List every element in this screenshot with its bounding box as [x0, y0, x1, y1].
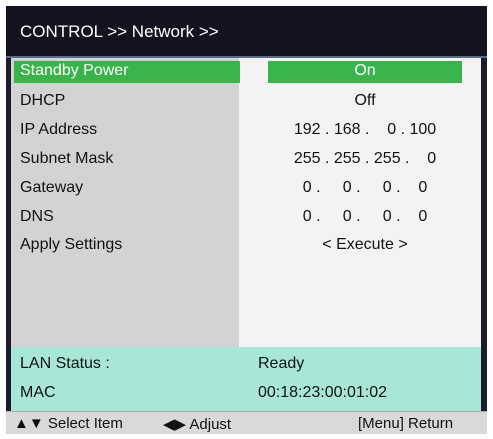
dns-value[interactable]: 0 . 0 . 0 . 0	[268, 208, 462, 226]
lan-status-label: LAN Status :	[20, 355, 110, 372]
row-ip-address[interactable]: IP Address	[20, 121, 97, 139]
row-dns[interactable]: DNS	[20, 208, 54, 226]
menu-return-hint: [Menu] Return	[358, 415, 454, 432]
ip-address-value[interactable]: 192 . 168 . 0 . 100	[268, 121, 462, 139]
menu-header: CONTROL >> Network >>	[6, 6, 487, 58]
row-standby-power[interactable]: Standby Power	[20, 62, 129, 80]
mac-label: MAC	[20, 384, 56, 401]
mac-value: 00:18:23:00:01:02	[258, 384, 388, 401]
execute-button[interactable]: < Execute >	[268, 236, 462, 254]
standby-power-value[interactable]: On	[268, 62, 462, 80]
row-apply-settings[interactable]: Apply Settings	[20, 236, 122, 254]
column-separator	[239, 58, 249, 347]
help-bar: ▲▼ Select Item ◀▶ Adjust [Menu] Return	[6, 411, 487, 434]
row-gateway[interactable]: Gateway	[20, 179, 83, 197]
breadcrumb: CONTROL >> Network >>	[20, 22, 219, 41]
dhcp-value[interactable]: Off	[268, 92, 462, 110]
adjust-hint: ◀▶ Adjust	[163, 416, 232, 433]
row-dhcp[interactable]: DHCP	[20, 92, 65, 110]
gateway-value[interactable]: 0 . 0 . 0 . 0	[268, 179, 462, 197]
row-subnet-mask[interactable]: Subnet Mask	[20, 150, 113, 168]
lan-status-value: Ready	[258, 355, 305, 372]
subnet-mask-value[interactable]: 255 . 255 . 255 . 0	[268, 150, 462, 168]
select-item-hint: ▲▼ Select Item	[14, 415, 123, 432]
